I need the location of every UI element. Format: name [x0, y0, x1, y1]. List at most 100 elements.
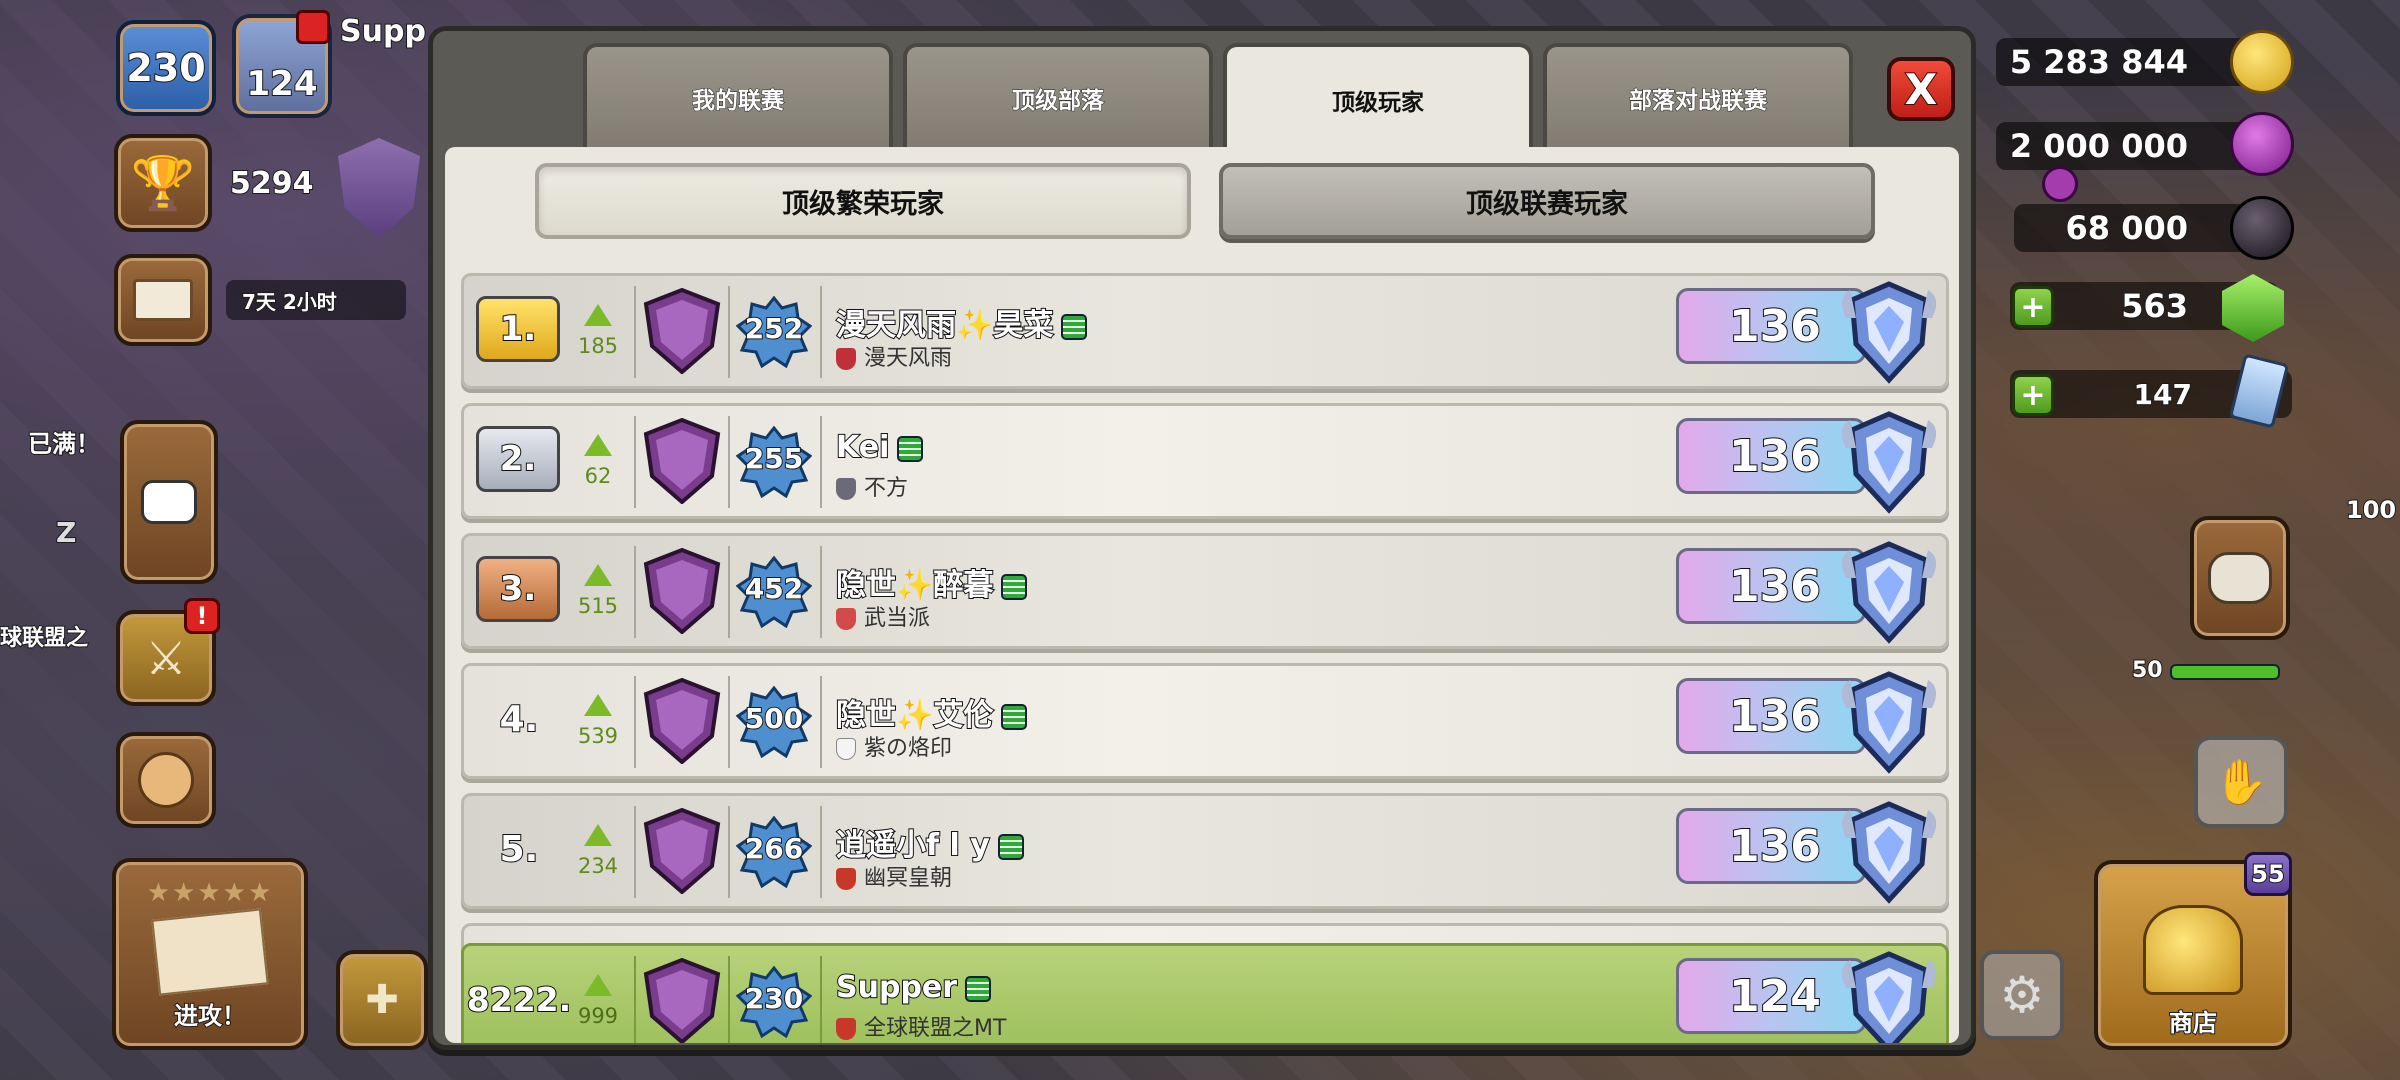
rank-change: 539: [577, 724, 619, 748]
tab-top-clans[interactable]: 顶级部落: [903, 43, 1213, 149]
legend-league-icon: [643, 958, 721, 1043]
list-icon: [1001, 573, 1028, 600]
legend-trophy-shield-icon: [1841, 951, 1937, 1043]
legend-trophy-shield-icon: [1841, 801, 1937, 904]
table-row[interactable]: 3. 515 452 隐世✨醉暮 武当派 136: [461, 533, 1949, 649]
my-rank-change: 999: [577, 1004, 619, 1028]
player-name-text: 漫天风雨✨昊菜: [835, 307, 1054, 344]
heal-button[interactable]: ✚: [336, 950, 428, 1050]
shop-badge: 55: [2244, 852, 2292, 896]
mail-button[interactable]: [114, 254, 212, 346]
my-player-name: Supper: [835, 969, 992, 1006]
tab-my-league[interactable]: 我的联赛: [583, 43, 893, 149]
hp-value-50: 50: [2131, 657, 2164, 684]
gear-icon: ⚙: [1999, 966, 2045, 1024]
table-row[interactable]: 5. 234 266 逍遥小f l y 幽冥皇朝 136: [461, 793, 1949, 909]
builder-button[interactable]: [116, 732, 216, 828]
tab-top-players[interactable]: 顶级玩家: [1223, 43, 1533, 153]
divider: [820, 806, 822, 898]
rank-badge-bronze: 3.: [476, 556, 560, 622]
elixir-amount: 2 000 000: [2009, 126, 2189, 166]
war-alert-dot: !: [184, 598, 220, 634]
shop-coins-icon: [2143, 905, 2243, 995]
friendly-challenge-button[interactable]: [2190, 516, 2290, 640]
my-player-name-text: Supper: [835, 969, 958, 1006]
rank-up-arrow-icon: [584, 824, 612, 846]
tab-top-clans-label: 顶级部落: [1012, 88, 1105, 115]
list-icon: [965, 975, 992, 1002]
add-tickets-button[interactable]: +: [2012, 374, 2054, 416]
my-player-row[interactable]: 8222. 999 230 Supper 全球联盟之MT 124: [461, 943, 1949, 1043]
divider: [820, 286, 822, 378]
subtab-league-label: 顶级联赛玩家: [1466, 188, 1628, 220]
trophy-count: 5294: [229, 165, 314, 202]
attack-button[interactable]: ★★★★★ 进攻！: [112, 858, 308, 1050]
xp-level-badge[interactable]: 230: [116, 20, 216, 116]
map-icon: [151, 907, 269, 996]
rank-up-arrow-icon: [584, 304, 612, 326]
subtab-top-league-players[interactable]: 顶级联赛玩家: [1219, 163, 1875, 239]
divider: [820, 956, 822, 1043]
my-clan-name-text: 全球联盟之MT: [864, 1016, 1007, 1041]
player-name: 漫天风雨✨昊菜: [835, 300, 1088, 344]
player-name: 隐世✨醉暮: [835, 560, 1028, 604]
gems-amount: 563: [2120, 286, 2189, 326]
rank-value: 1.: [499, 308, 538, 350]
divider: [728, 416, 730, 508]
trophy-button[interactable]: 🏆: [114, 134, 212, 232]
sleep-z: Z: [55, 515, 77, 550]
clan-name: 漫天风雨: [836, 340, 952, 372]
rank-value: 2.: [499, 438, 538, 480]
rank-value: 3.: [499, 568, 538, 610]
hp-bar: [2170, 664, 2280, 680]
player-name-text: 逍遥小f l y: [835, 827, 991, 864]
clan-badge-icon: [836, 478, 856, 500]
rank-up-arrow-icon: [584, 564, 612, 586]
trophy-icon: 🏆: [130, 153, 196, 214]
stars-row: ★★★★★: [146, 877, 274, 908]
chat-button[interactable]: [120, 420, 218, 584]
handshake-icon: [2208, 552, 2272, 604]
tab-clan-war-league[interactable]: 部落对战联赛: [1543, 43, 1853, 149]
legend-league-icon: [643, 418, 721, 504]
close-icon: X: [1904, 64, 1938, 115]
clan-name-text: 紫の烙印: [864, 736, 953, 761]
clan-name: 紫の烙印: [836, 730, 952, 762]
xp-level-value: 255: [744, 441, 804, 476]
chat-bubble-icon: [141, 480, 197, 524]
legend-trophy-shield-icon: [1841, 541, 1937, 644]
tab-top-players-label: 顶级玩家: [1332, 90, 1424, 116]
clan-name-text: 漫天风雨: [864, 346, 953, 371]
player-name-partial: Supp: [339, 13, 427, 50]
elixir-side-icon: [2042, 166, 2078, 202]
player-name: 逍遥小f l y: [835, 820, 1024, 864]
legend-league-icon: [643, 678, 721, 764]
my-xp-level-value: 230: [744, 981, 804, 1016]
tab-clan-war-league-label: 部落对战联赛: [1629, 88, 1768, 115]
settings-button[interactable]: ⚙: [1980, 950, 2064, 1040]
global-clan-label: 球联盟之: [0, 625, 89, 652]
dark-elixir-icon: [2230, 196, 2294, 260]
table-row[interactable]: 4. 539 500 隐世✨艾伦 紫の烙印 136: [461, 663, 1949, 779]
subtab-prosperity-label: 顶级繁荣玩家: [782, 188, 944, 220]
close-button[interactable]: X: [1887, 57, 1955, 121]
rank-change: 185: [577, 334, 619, 358]
move-tool-button[interactable]: ✋: [2194, 736, 2288, 828]
rank-up-arrow-icon: [584, 694, 612, 716]
score-value: 136: [1728, 560, 1822, 613]
score-value: 136: [1728, 690, 1822, 743]
rank-change: 234: [577, 854, 619, 878]
table-row[interactable]: 2. 62 255 Kei 不方 136: [461, 403, 1949, 519]
hp-value-100: 100: [2345, 495, 2397, 525]
table-row[interactable]: 1. 185 252 漫天风雨✨昊菜 漫天风雨 136: [461, 273, 1949, 389]
gold-coin-icon: [2230, 30, 2294, 94]
legend-league-icon: [643, 548, 721, 634]
storage-full-label: 已满！: [27, 429, 101, 459]
leaderboard-panel: 我的联赛 顶级部落 顶级玩家 部落对战联赛 X 顶级繁荣玩家 顶级联赛玩家 1.…: [428, 26, 1976, 1050]
my-rank-value: 8222.: [466, 979, 572, 1020]
rank-change: 515: [577, 594, 619, 618]
add-gems-button[interactable]: +: [2012, 286, 2054, 328]
subtab-top-prosperity-players[interactable]: 顶级繁荣玩家: [535, 163, 1191, 239]
clan-name-text: 不方: [864, 476, 909, 501]
envelope-icon: [133, 279, 193, 321]
